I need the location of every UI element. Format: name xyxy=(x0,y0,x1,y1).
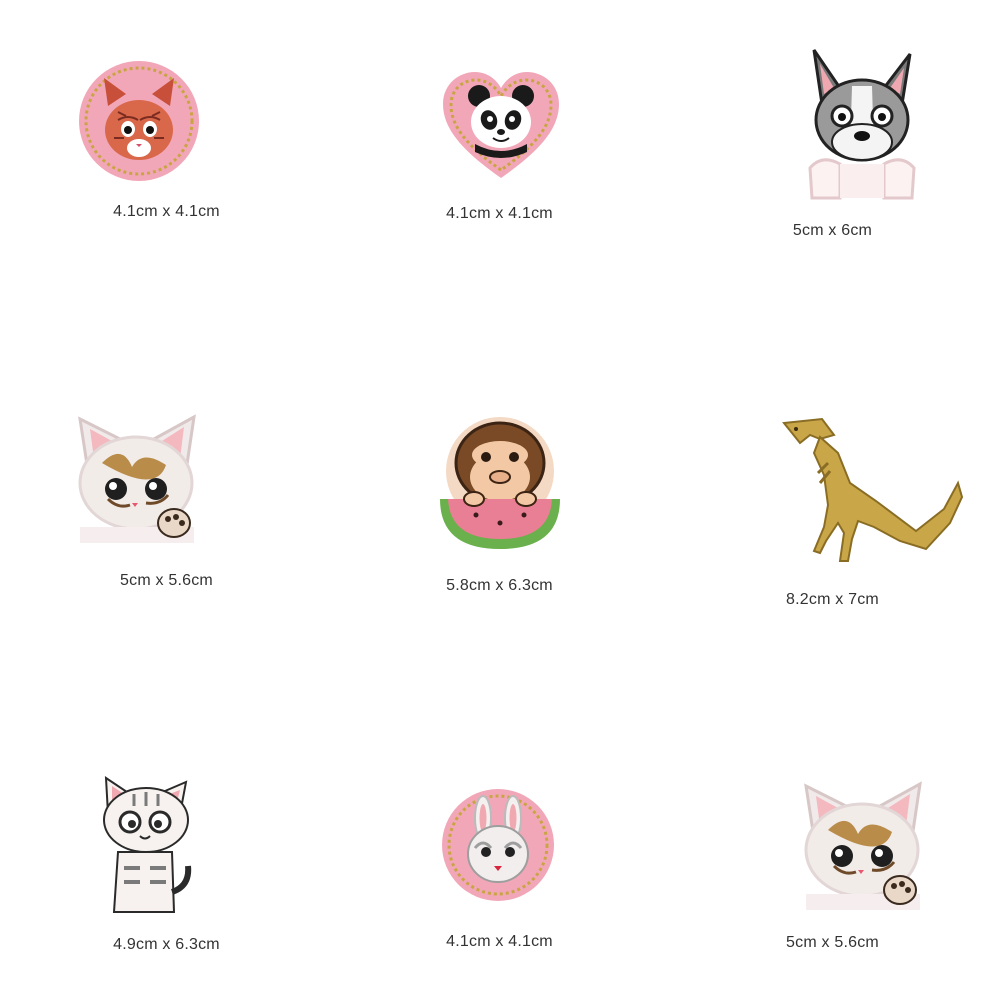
patch-size-label: 4.9cm x 6.3cm xyxy=(113,936,220,953)
patch-size-label: 5cm x 5.6cm xyxy=(120,572,213,589)
patch-size-label: 4.1cm x 4.1cm xyxy=(446,205,553,222)
patch-card-3: 5cm x 6cm xyxy=(666,0,999,333)
patch-size-label: 5.8cm x 6.3cm xyxy=(446,577,553,594)
dog-icon xyxy=(800,42,924,204)
patch-size-label: 4.1cm x 4.1cm xyxy=(446,933,553,950)
bunny-round-icon xyxy=(441,788,555,902)
patch-card-5: 5.8cm x 6.3cm xyxy=(333,333,666,666)
patch-card-1: 4.1cm x 4.1cm xyxy=(0,0,333,333)
monkey-watermelon-icon xyxy=(436,415,564,555)
patch-card-9: 5cm x 5.6cm xyxy=(666,666,999,999)
cat-round-icon xyxy=(78,60,200,182)
patch-size-label: 5cm x 6cm xyxy=(792,222,873,239)
patch-card-4: 5cm x 5.6cm xyxy=(0,333,333,666)
grey-kitten-icon xyxy=(94,772,192,922)
dinosaur-icon xyxy=(776,413,966,573)
kitten-icon xyxy=(72,411,202,547)
kitten-icon xyxy=(798,778,928,914)
patch-size-label: 4.1cm x 4.1cm xyxy=(113,203,220,220)
patch-size-label: 5cm x 5.6cm xyxy=(786,934,879,951)
patch-card-7: 4.9cm x 6.3cm xyxy=(0,666,333,999)
panda-heart-icon xyxy=(441,70,561,182)
patch-card-2: 4.1cm x 4.1cm xyxy=(333,0,666,333)
product-sheet: { "patches": [ { "name": "Red tabby cat … xyxy=(0,0,1000,1000)
patch-card-8: 4.1cm x 4.1cm xyxy=(333,666,666,999)
patch-size-label: 8.2cm x 7cm xyxy=(786,591,879,608)
patch-card-6: 8.2cm x 7cm xyxy=(666,333,999,666)
